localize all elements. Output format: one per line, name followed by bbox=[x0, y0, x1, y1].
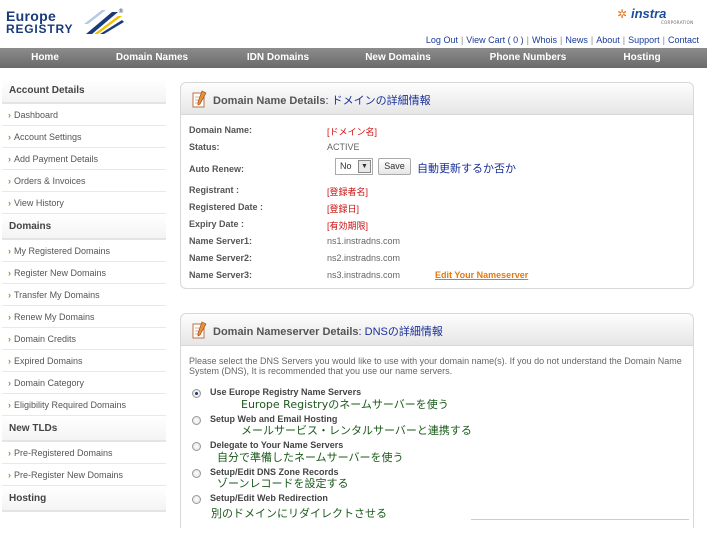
radio-button[interactable] bbox=[192, 416, 201, 425]
chevron-right-icon: › bbox=[8, 246, 11, 256]
nav-domain-names[interactable]: Domain Names bbox=[106, 48, 198, 68]
contact-link[interactable]: Contact bbox=[668, 35, 699, 45]
dns-option-note-5: 別のドメインにリダイレクトさせる bbox=[211, 507, 387, 520]
domain-name-value: [ドメイン名] bbox=[327, 127, 378, 137]
status-value: ACTIVE bbox=[327, 142, 360, 152]
notepad-pencil-icon bbox=[192, 90, 207, 108]
dns-details-header: Domain Nameserver Details: DNSの詳細情報 bbox=[181, 314, 693, 346]
registered-mark: ® bbox=[118, 8, 124, 15]
site-header: Europe REGISTRY ® ✲ instra CORPORATION L… bbox=[0, 0, 707, 48]
sidebar-heading-hosting: Hosting bbox=[2, 486, 166, 512]
dns-details-title-jp: : DNSの詳細情報 bbox=[358, 326, 443, 338]
chevron-right-icon: › bbox=[8, 356, 11, 366]
nav-phone-numbers[interactable]: Phone Numbers bbox=[480, 48, 576, 68]
sidebar-heading-new-tlds: New TLDs bbox=[2, 416, 166, 442]
sidebar-item-pre-register-new-domains[interactable]: › Pre-Register New Domains bbox=[2, 464, 166, 486]
about-link[interactable]: About bbox=[596, 35, 620, 45]
chevron-right-icon: › bbox=[8, 132, 11, 142]
dns-option-note-3: 自分で準備したネームサーバーを使う bbox=[217, 451, 404, 464]
registered-date-value: [登録日] bbox=[327, 204, 360, 214]
chevron-right-icon: › bbox=[8, 110, 11, 120]
nav-new-domains[interactable]: New Domains bbox=[352, 48, 444, 68]
radio-button[interactable] bbox=[192, 495, 201, 504]
notepad-pencil-icon bbox=[192, 321, 207, 339]
sidebar-item-domain-category[interactable]: › Domain Category bbox=[2, 372, 166, 394]
registrant-value: [登録者名] bbox=[327, 187, 369, 197]
sidebar-item-register-new-domains[interactable]: › Register New Domains bbox=[2, 262, 166, 284]
name-server3-value: ns3.instradns.com bbox=[327, 270, 401, 280]
sidebar-heading-account-details: Account Details bbox=[2, 78, 166, 104]
radio-button[interactable] bbox=[192, 389, 201, 398]
logout-link[interactable]: Log Out bbox=[426, 35, 458, 45]
name-server1-value: ns1.instradns.com bbox=[327, 236, 401, 246]
edit-nameserver-link[interactable]: Edit Your Nameserver bbox=[435, 270, 528, 280]
support-link[interactable]: Support bbox=[628, 35, 660, 45]
expiry-date-value: [有効期限] bbox=[327, 221, 369, 231]
sidebar-item-add-payment-details[interactable]: › Add Payment Details bbox=[2, 148, 166, 170]
instra-logo[interactable]: ✲ instra CORPORATION bbox=[617, 6, 697, 26]
chevron-right-icon: › bbox=[8, 176, 11, 186]
news-link[interactable]: News bbox=[565, 35, 588, 45]
chevron-right-icon: › bbox=[8, 378, 11, 388]
dns-description: Please select the DNS Servers you would … bbox=[189, 356, 682, 376]
top-links: Log Out | View Cart ( 0 ) | Whois | News | About… bbox=[425, 35, 699, 45]
sidebar-item-my-registered-domains[interactable]: › My Registered Domains bbox=[2, 240, 166, 262]
auto-renew-select[interactable]: No ▼ bbox=[335, 158, 373, 175]
divider bbox=[471, 519, 689, 520]
chevron-right-icon: › bbox=[8, 290, 11, 300]
sidebar-item-dashboard[interactable]: › Dashboard bbox=[2, 104, 166, 126]
nav-home[interactable]: Home bbox=[10, 48, 80, 68]
whois-link[interactable]: Whois bbox=[532, 35, 557, 45]
dns-option-note-4: ゾーンレコードを設定する bbox=[217, 477, 349, 490]
chevron-right-icon: › bbox=[8, 470, 11, 480]
domain-details-header: Domain Name Details: ドメインの詳細情報 bbox=[181, 83, 693, 115]
instra-logo-text: instra bbox=[631, 6, 667, 21]
chevron-right-icon: › bbox=[8, 400, 11, 410]
save-button[interactable]: Save bbox=[378, 158, 411, 175]
chevron-right-icon: › bbox=[8, 334, 11, 344]
sidebar-item-eligibility-required-domains[interactable]: › Eligibility Required Domains bbox=[2, 394, 166, 416]
auto-renew-note: 自動更新するか否か bbox=[417, 162, 516, 175]
sidebar-item-account-settings[interactable]: › Account Settings bbox=[2, 126, 166, 148]
chevron-right-icon: › bbox=[8, 448, 11, 458]
sidebar-heading-domains: Domains bbox=[2, 214, 166, 240]
nav-idn-domains[interactable]: IDN Domains bbox=[232, 48, 324, 68]
instra-logo-sub: CORPORATION bbox=[661, 20, 694, 25]
sidebar-item-pre-registered-domains[interactable]: › Pre-Registered Domains bbox=[2, 442, 166, 464]
sidebar-item-renew-my-domains[interactable]: › Renew My Domains bbox=[2, 306, 166, 328]
view-cart-link[interactable]: View Cart ( 0 ) bbox=[466, 35, 523, 45]
chevron-right-icon: › bbox=[8, 154, 11, 164]
europe-registry-logo[interactable]: Europe REGISTRY ® bbox=[6, 6, 126, 42]
sidebar-item-transfer-my-domains[interactable]: › Transfer My Domains bbox=[2, 284, 166, 306]
domain-details-title: Domain Name Details: ドメインの詳細情報 bbox=[213, 95, 431, 107]
dns-details-panel: Domain Nameserver Details: DNSの詳細情報 Plea… bbox=[180, 313, 694, 528]
nav-hosting[interactable]: Hosting bbox=[606, 48, 678, 68]
sidebar: Account Details › Dashboard › Account Sett… bbox=[2, 78, 166, 512]
domain-details-panel: Domain Name Details: ドメインの詳細情報 Domain Na… bbox=[180, 82, 694, 289]
domain-details-title-jp: : ドメインの詳細情報 bbox=[325, 95, 431, 107]
radio-button[interactable] bbox=[192, 442, 201, 451]
name-server2-value: ns2.instradns.com bbox=[327, 253, 401, 263]
chevron-right-icon: › bbox=[8, 312, 11, 322]
sidebar-item-expired-domains[interactable]: › Expired Domains bbox=[2, 350, 166, 372]
instra-star-icon: ✲ bbox=[617, 7, 628, 21]
main-nav: Home Domain Names IDN Domains New Domain… bbox=[0, 48, 707, 68]
logo-line2: REGISTRY bbox=[6, 22, 74, 36]
dns-details-title: Domain Nameserver Details: DNSの詳細情報 bbox=[213, 326, 443, 338]
radio-button[interactable] bbox=[192, 469, 201, 478]
dns-option-note-2: メールサービス・レンタルサーバーと連携する bbox=[241, 424, 472, 437]
sidebar-item-view-history[interactable]: › View History bbox=[2, 192, 166, 214]
chevron-right-icon: › bbox=[8, 268, 11, 278]
sidebar-item-orders-invoices[interactable]: › Orders & Invoices bbox=[2, 170, 166, 192]
chevron-right-icon: › bbox=[8, 198, 11, 208]
sidebar-item-domain-credits[interactable]: › Domain Credits bbox=[2, 328, 166, 350]
chevron-down-icon: ▼ bbox=[358, 160, 371, 173]
dns-option-note-1: Europe Registryのネームサーバーを使う bbox=[241, 398, 449, 411]
